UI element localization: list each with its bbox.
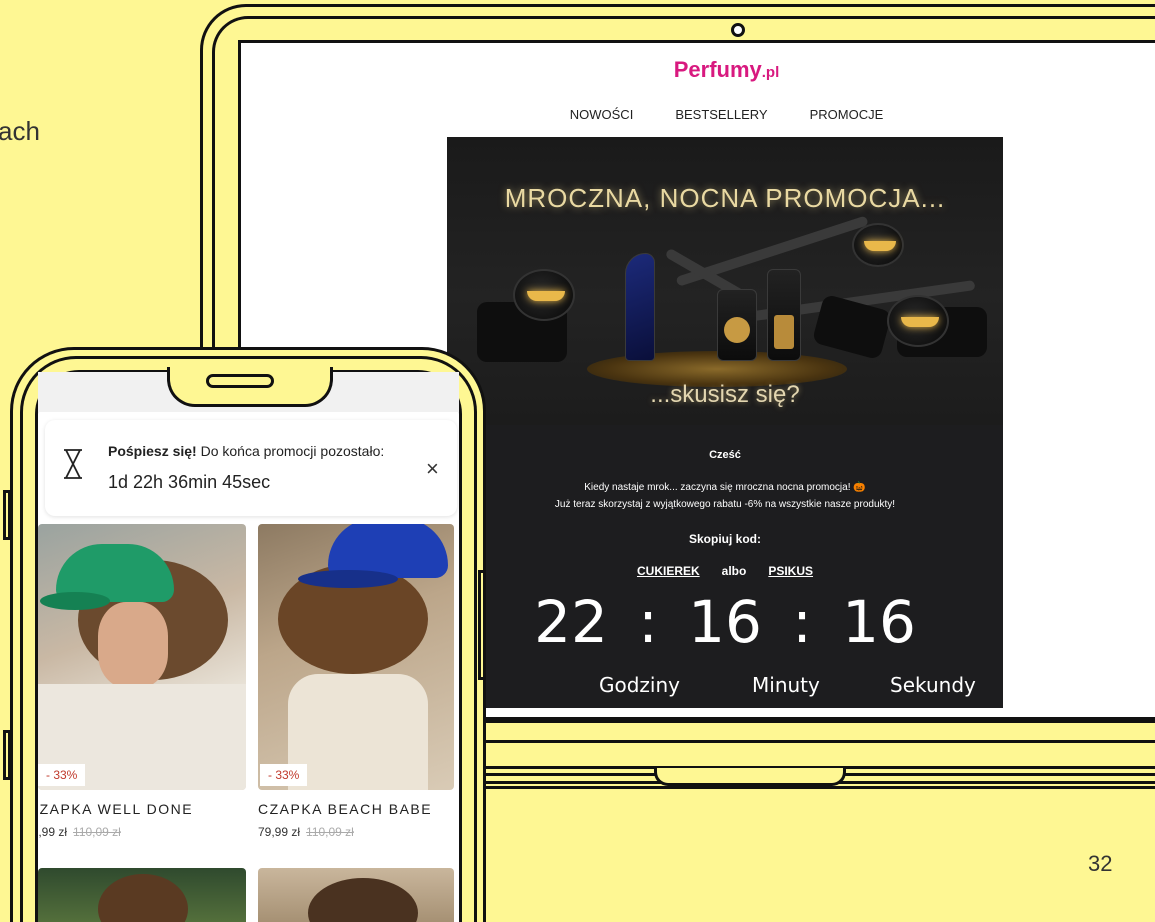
- phone-side-button: [3, 730, 11, 780]
- discount-badge: - 33%: [38, 764, 86, 786]
- laptop-base-line: [460, 786, 1155, 789]
- hourglass-icon: [64, 449, 82, 479]
- promo-code-psikus[interactable]: PSIKUS: [768, 564, 813, 578]
- timer-seconds: 16: [842, 588, 916, 656]
- product-info-clip: CZAPKA WELL DONE 79,99 zł110,09 zł: [38, 801, 248, 847]
- nav-item-bestsellers[interactable]: BESTSELLERY: [675, 107, 767, 122]
- product-image[interactable]: [38, 868, 246, 922]
- timer-minutes: 16: [688, 588, 762, 656]
- product-image[interactable]: - 33%: [38, 524, 246, 790]
- promo-codes: CUKIEREK albo PSIKUS: [447, 564, 1003, 578]
- code-or-text: albo: [721, 564, 747, 578]
- promo-banner[interactable]: MROCZNA, NOCNA PROMOCJA... ...skusisz si…: [447, 137, 1003, 425]
- countdown-timer: 22 : 16 : 16: [447, 588, 1003, 656]
- discount-badge: - 33%: [260, 764, 308, 786]
- product-price: 79,99 zł110,09 zł: [38, 825, 121, 839]
- greeting-text: Cześć: [709, 449, 741, 461]
- notice-countdown: 1d 22h 36min 45sec: [108, 472, 271, 492]
- pumpkin-icon: [852, 223, 904, 267]
- hair-graphic: [98, 874, 188, 922]
- promo-line-1: Kiedy nastaje mrok... zaczyna się mroczn…: [584, 482, 866, 493]
- label-hours: Godziny: [599, 673, 680, 697]
- timer-separator: :: [792, 588, 812, 656]
- phone-speaker: [206, 374, 274, 388]
- product-name[interactable]: CZAPKA BEACH BABE: [258, 801, 432, 817]
- pumpkin-icon: [513, 269, 575, 321]
- rock-graphic: [811, 293, 893, 361]
- camera-icon: [731, 23, 745, 37]
- perfume-bottle-icon: [625, 253, 655, 361]
- brand-logo[interactable]: Perfumy.pl: [450, 57, 1003, 83]
- nav-item-promotions[interactable]: PROMOCJE: [810, 107, 884, 122]
- timer-hours: 22: [534, 588, 608, 656]
- email-nav: NOWOŚCI BESTSELLERY PROMOCJE: [450, 107, 1003, 122]
- perfume-label-icon: [724, 317, 750, 343]
- laptop-hinge: [654, 768, 846, 786]
- laptop-base-line: [460, 740, 1155, 743]
- promo-body: Kiedy nastaje mrok... zaczyna się mroczn…: [447, 479, 1003, 513]
- cap-brim-graphic: [40, 592, 110, 610]
- timer-separator: :: [638, 588, 658, 656]
- copy-code-label: Skopiuj kod:: [689, 532, 761, 546]
- phone-side-button: [478, 570, 486, 680]
- promo-countdown-notice: [45, 420, 457, 516]
- notice-text: Pośpiesz się! Do końca promocji pozostał…: [108, 443, 385, 459]
- product-name[interactable]: CZAPKA WELL DONE: [38, 801, 193, 817]
- hair-graphic: [308, 878, 418, 922]
- face-graphic: [98, 602, 168, 688]
- phone-side-button: [3, 490, 11, 540]
- pumpkin-icon: [887, 295, 949, 347]
- cap-brim-graphic: [298, 570, 398, 588]
- nav-item-new[interactable]: NOWOŚCI: [570, 107, 634, 122]
- perfume-label-icon: [774, 315, 794, 349]
- page-number: 32: [1088, 851, 1113, 876]
- close-icon[interactable]: ×: [426, 456, 439, 482]
- banner-headline: MROCZNA, NOCNA PROMOCJA...: [504, 183, 946, 213]
- label-seconds: Sekundy: [890, 673, 976, 697]
- slide-side-text: ach: [0, 116, 40, 146]
- promo-code-cukierek[interactable]: CUKIEREK: [637, 564, 700, 578]
- label-minutes: Minuty: [752, 673, 820, 697]
- product-image[interactable]: - 33%: [258, 524, 454, 790]
- top-graphic: [288, 674, 428, 790]
- promo-line-2: Już teraz skorzystaj z wyjątkowego rabat…: [554, 499, 896, 510]
- product-image[interactable]: [258, 868, 454, 922]
- laptop-base-line: [460, 720, 1155, 723]
- product-price: 79,99 zł110,09 zł: [258, 825, 354, 839]
- banner-subline: ...skusisz się?: [650, 381, 800, 408]
